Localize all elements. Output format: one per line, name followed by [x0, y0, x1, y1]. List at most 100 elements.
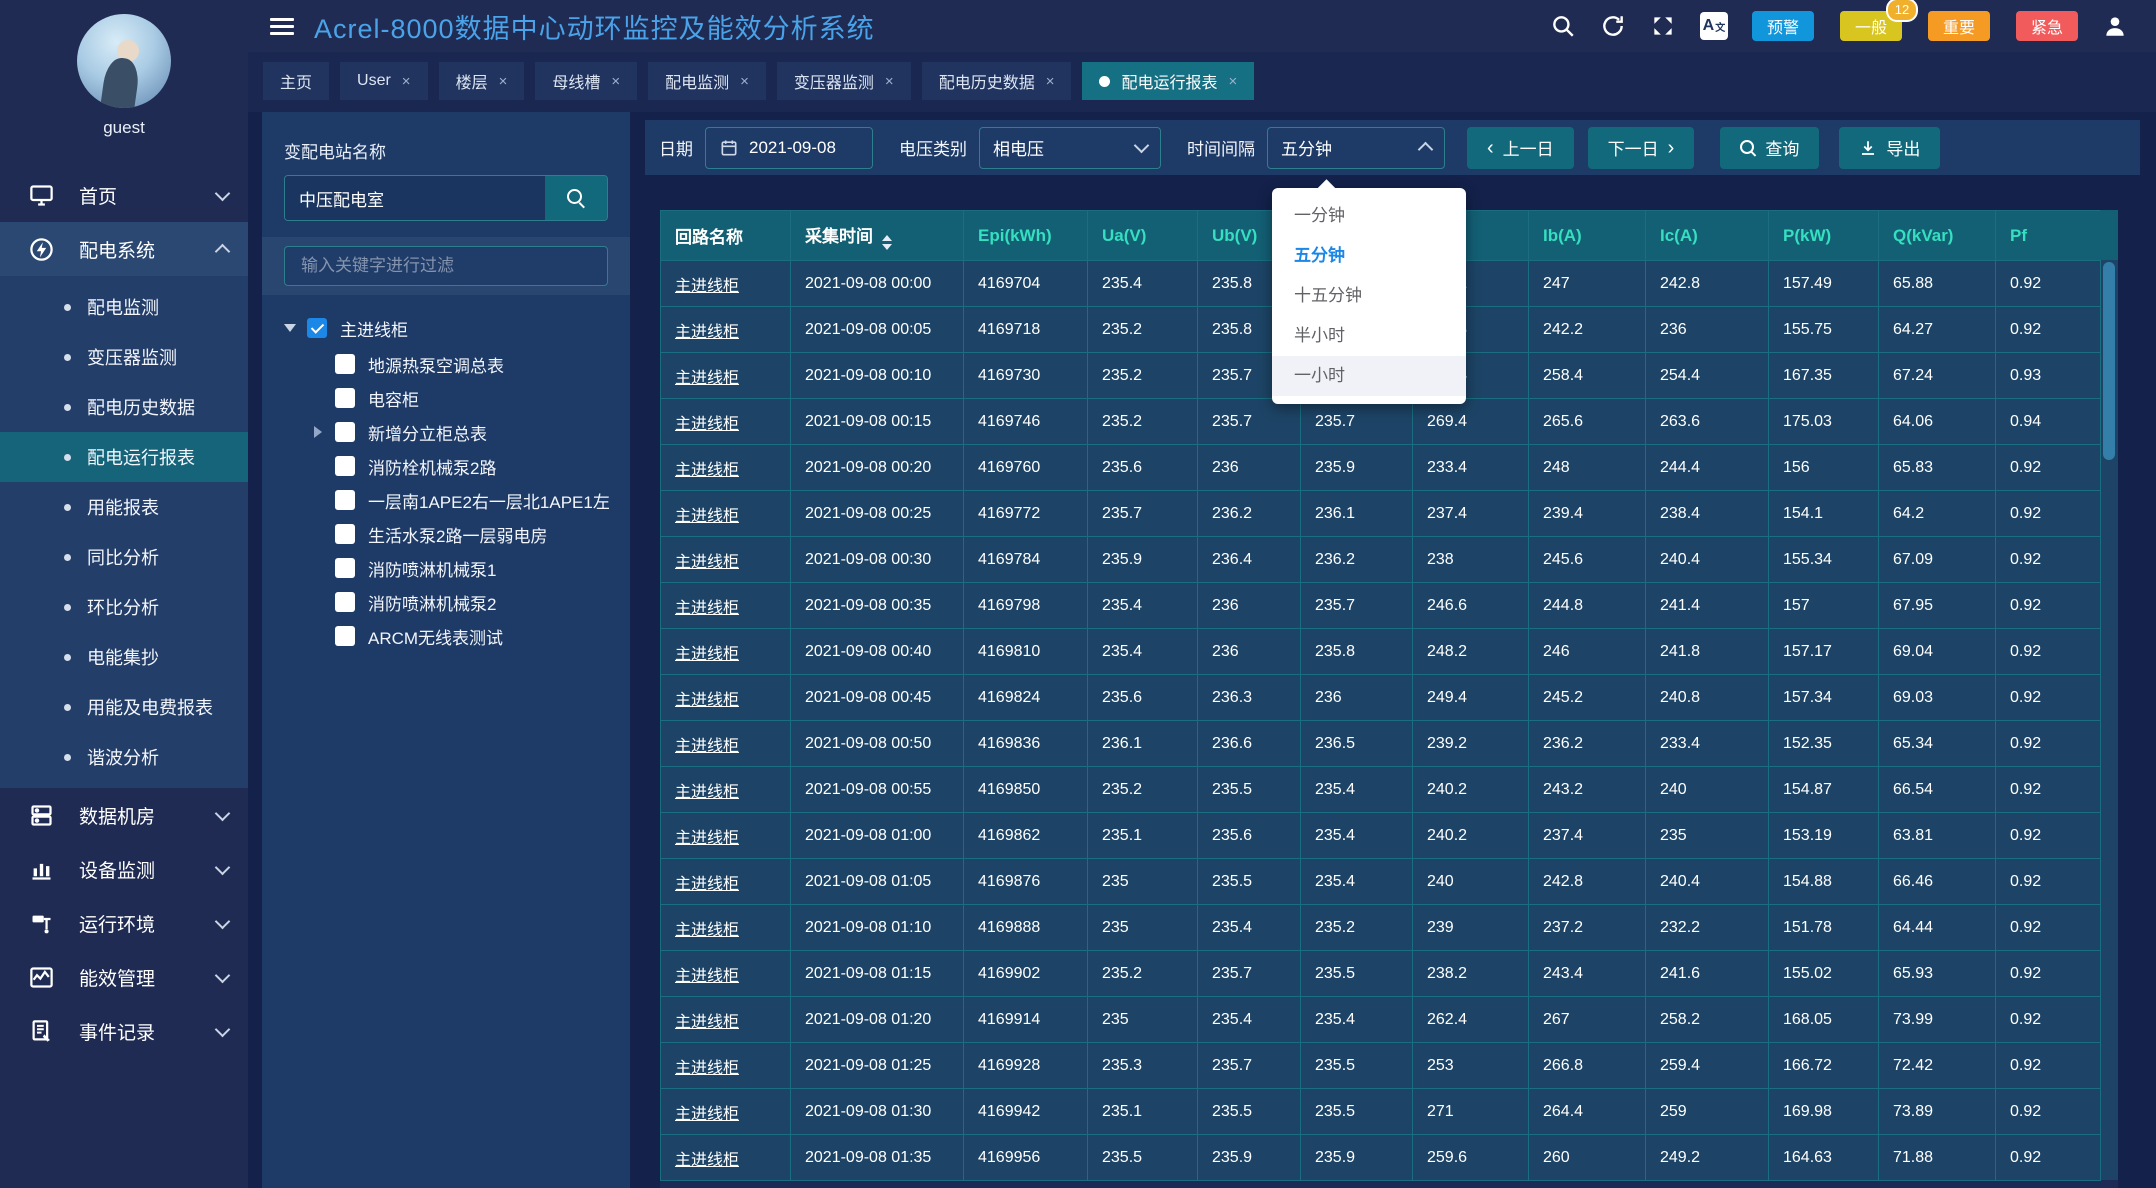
caret-down-icon[interactable]: [284, 324, 296, 332]
next-day-button[interactable]: 下一日 ›: [1588, 127, 1695, 169]
export-button[interactable]: 导出: [1839, 127, 1940, 169]
checkbox-unchecked[interactable]: [335, 524, 355, 544]
tab-close-icon[interactable]: ×: [499, 73, 508, 90]
station-search-button[interactable]: [545, 176, 607, 220]
tree-node-新增分立柜总表[interactable]: 新增分立柜总表: [314, 415, 608, 449]
tab-close-icon[interactable]: ×: [1228, 73, 1237, 90]
tab-配电运行报表[interactable]: 配电运行报表×: [1082, 62, 1254, 100]
circuit-link[interactable]: 主进线柜: [675, 738, 739, 755]
sidebar-item-谐波分析[interactable]: 谐波分析: [0, 732, 248, 782]
checkbox-unchecked[interactable]: [335, 422, 355, 442]
checkbox-unchecked[interactable]: [335, 456, 355, 476]
circuit-link[interactable]: 主进线柜: [675, 784, 739, 801]
checkbox-unchecked[interactable]: [335, 558, 355, 578]
sidebar-item-环比分析[interactable]: 环比分析: [0, 582, 248, 632]
circuit-link[interactable]: 主进线柜: [675, 508, 739, 525]
sidebar-item-用能报表[interactable]: 用能报表: [0, 482, 248, 532]
checkbox-unchecked[interactable]: [335, 490, 355, 510]
alarm-badge-4[interactable]: 紧急: [2016, 11, 2078, 41]
sidebar-toggle-icon[interactable]: [270, 18, 294, 35]
tree-filter-input[interactable]: [284, 246, 608, 286]
alarm-badge-3[interactable]: 重要: [1928, 11, 1990, 41]
sidebar-item-设备监测[interactable]: 设备监测: [0, 842, 248, 896]
circuit-link[interactable]: 主进线柜: [675, 1014, 739, 1031]
checkbox-unchecked[interactable]: [335, 388, 355, 408]
sidebar-item-同比分析[interactable]: 同比分析: [0, 532, 248, 582]
circuit-link[interactable]: 主进线柜: [675, 876, 739, 893]
tab-变压器监测[interactable]: 变压器监测×: [777, 62, 911, 100]
sidebar-item-运行环境[interactable]: 运行环境: [0, 896, 248, 950]
tab-主页[interactable]: 主页: [263, 62, 329, 100]
circuit-link[interactable]: 主进线柜: [675, 968, 739, 985]
sidebar-item-电能集抄[interactable]: 电能集抄: [0, 632, 248, 682]
checkbox-unchecked[interactable]: [335, 592, 355, 612]
fullscreen-icon[interactable]: [1650, 13, 1676, 39]
tab-close-icon[interactable]: ×: [740, 73, 749, 90]
tab-配电历史数据[interactable]: 配电历史数据×: [922, 62, 1072, 100]
tree-node-生活水泵2路一层弱电房[interactable]: 生活水泵2路一层弱电房: [314, 517, 608, 551]
sidebar-item-用能及电费报表[interactable]: 用能及电费报表: [0, 682, 248, 732]
alarm-badge-1[interactable]: 预警: [1752, 11, 1814, 41]
tree-node-消防喷淋机械泵1[interactable]: 消防喷淋机械泵1: [314, 551, 608, 585]
prev-day-button[interactable]: ‹ 上一日: [1467, 127, 1574, 169]
circuit-link[interactable]: 主进线柜: [675, 922, 739, 939]
caret-right-icon[interactable]: [314, 426, 322, 438]
tree-node-root[interactable]: 主进线柜: [284, 309, 608, 347]
sidebar-item-数据机房[interactable]: 数据机房: [0, 788, 248, 842]
checkbox-unchecked[interactable]: [335, 626, 355, 646]
sidebar-item-配电监测[interactable]: 配电监测: [0, 282, 248, 332]
circuit-link[interactable]: 主进线柜: [675, 646, 739, 663]
sidebar-item-配电历史数据[interactable]: 配电历史数据: [0, 382, 248, 432]
tree-node-地源热泵空调总表[interactable]: 地源热泵空调总表: [314, 347, 608, 381]
sidebar-item-事件记录[interactable]: 事件记录: [0, 1004, 248, 1058]
date-picker[interactable]: 2021-09-08: [705, 127, 873, 169]
search-icon[interactable]: [1550, 13, 1576, 39]
checkbox-checked[interactable]: [307, 318, 327, 338]
interval-option-半小时[interactable]: 半小时: [1272, 316, 1466, 356]
user-avatar[interactable]: [77, 14, 171, 108]
circuit-link[interactable]: 主进线柜: [675, 278, 739, 295]
tab-close-icon[interactable]: ×: [611, 73, 620, 90]
tab-楼层[interactable]: 楼层×: [439, 62, 525, 100]
tree-node-ARCM无线表测试[interactable]: ARCM无线表测试: [314, 619, 608, 653]
refresh-icon[interactable]: [1600, 13, 1626, 39]
tab-close-icon[interactable]: ×: [402, 73, 411, 90]
sort-icon[interactable]: [882, 235, 892, 250]
circuit-link[interactable]: 主进线柜: [675, 416, 739, 433]
circuit-link[interactable]: 主进线柜: [675, 600, 739, 617]
tree-node-消防喷淋机械泵2[interactable]: 消防喷淋机械泵2: [314, 585, 608, 619]
column-header-采集时间[interactable]: 采集时间: [791, 211, 964, 261]
circuit-link[interactable]: 主进线柜: [675, 462, 739, 479]
circuit-link[interactable]: 主进线柜: [675, 324, 739, 341]
interval-option-一小时[interactable]: 一小时: [1272, 356, 1466, 396]
circuit-link[interactable]: 主进线柜: [675, 554, 739, 571]
circuit-link[interactable]: 主进线柜: [675, 370, 739, 387]
checkbox-unchecked[interactable]: [335, 354, 355, 374]
tab-配电监测[interactable]: 配电监测×: [648, 62, 766, 100]
tree-node-一层南1APE2右一层北1APE1左[interactable]: 一层南1APE2右一层北1APE1左: [314, 483, 608, 517]
circuit-link[interactable]: 主进线柜: [675, 1106, 739, 1123]
voltage-type-select[interactable]: 相电压: [979, 127, 1161, 169]
interval-option-十五分钟[interactable]: 十五分钟: [1272, 276, 1466, 316]
tab-User[interactable]: User×: [340, 62, 428, 100]
tab-close-icon[interactable]: ×: [1046, 73, 1055, 90]
circuit-link[interactable]: 主进线柜: [675, 692, 739, 709]
user-icon[interactable]: [2102, 13, 2128, 39]
alarm-badge-2[interactable]: 一般12: [1840, 11, 1902, 41]
station-name-input[interactable]: [285, 176, 545, 220]
tree-node-电容柜[interactable]: 电容柜: [314, 381, 608, 415]
sidebar-item-配电运行报表[interactable]: 配电运行报表: [0, 432, 248, 482]
interval-select[interactable]: 五分钟: [1267, 127, 1445, 169]
circuit-link[interactable]: 主进线柜: [675, 830, 739, 847]
circuit-link[interactable]: 主进线柜: [675, 1060, 739, 1077]
sidebar-item-能效管理[interactable]: 能效管理: [0, 950, 248, 1004]
tree-node-消防栓机械泵2路[interactable]: 消防栓机械泵2路: [314, 449, 608, 483]
sidebar-item-配电系统[interactable]: 配电系统: [0, 222, 248, 276]
tab-母线槽[interactable]: 母线槽×: [535, 62, 637, 100]
language-icon[interactable]: A文: [1700, 12, 1728, 40]
query-button[interactable]: 查询: [1720, 127, 1819, 169]
sidebar-item-首页[interactable]: 首页: [0, 168, 248, 222]
interval-option-五分钟[interactable]: 五分钟: [1272, 236, 1466, 276]
scrollbar-thumb[interactable]: [2103, 262, 2115, 460]
circuit-link[interactable]: 主进线柜: [675, 1152, 739, 1169]
